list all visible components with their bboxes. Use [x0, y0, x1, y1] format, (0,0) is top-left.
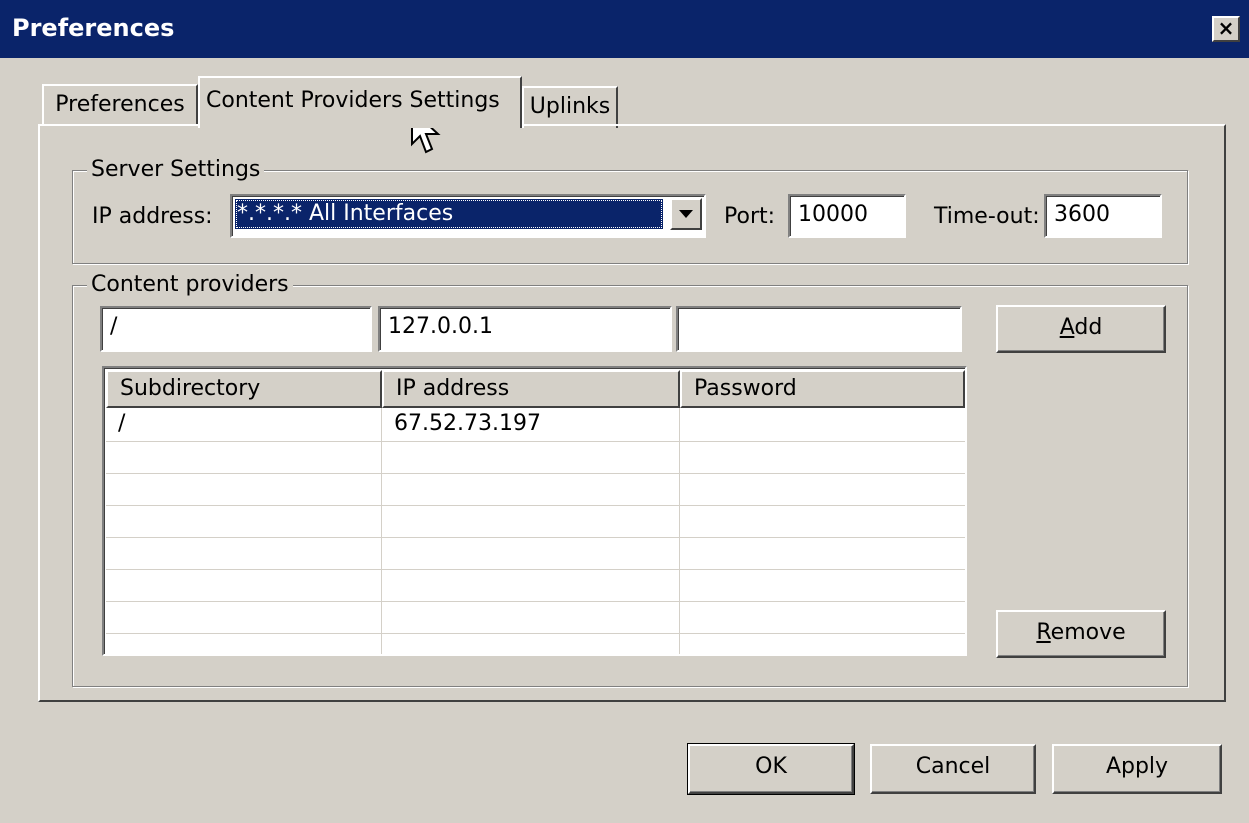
grid-line — [106, 537, 965, 538]
remove-button-accel: R — [1036, 620, 1051, 645]
column-header-subdirectory[interactable]: Subdirectory — [106, 370, 382, 408]
ip-address-label: IP address: — [92, 204, 213, 229]
grid-line — [106, 601, 965, 602]
cell-subdirectory: / — [118, 411, 126, 436]
column-header-ip-address[interactable]: IP address — [382, 370, 680, 408]
ip-address-input[interactable]: 127.0.0.1 — [378, 306, 672, 352]
title-bar: Preferences × — [0, 0, 1249, 58]
port-label: Port: — [724, 204, 776, 229]
port-field[interactable]: 10000 — [788, 194, 906, 238]
subdirectory-input[interactable]: / — [100, 306, 372, 352]
content-providers-list[interactable]: Subdirectory IP address Password / 67.52… — [102, 366, 967, 656]
remove-button[interactable]: Remove — [996, 610, 1166, 658]
ok-button[interactable]: OK — [687, 743, 855, 795]
add-button-accel: A — [1059, 315, 1075, 340]
timeout-field[interactable]: 3600 — [1044, 194, 1162, 238]
cell-ip-address: 67.52.73.197 — [394, 411, 541, 436]
ip-address-selected-value: *.*.*.* All Interfaces — [235, 199, 663, 229]
remove-button-label: emove — [1050, 620, 1126, 645]
tab-content-providers-settings-label: Content Providers Settings — [206, 88, 500, 113]
window-title: Preferences — [12, 14, 175, 42]
grid-line — [106, 569, 965, 570]
password-input[interactable] — [676, 306, 962, 352]
cancel-button[interactable]: Cancel — [870, 744, 1036, 794]
chevron-down-icon[interactable] — [670, 198, 702, 230]
grid-line — [679, 408, 680, 654]
grid-line — [106, 473, 965, 474]
add-button[interactable]: Add — [996, 305, 1166, 353]
tab-preferences[interactable]: Preferences — [42, 84, 198, 126]
close-icon: × — [1217, 16, 1235, 40]
tab-preferences-label: Preferences — [55, 92, 185, 117]
column-header-password[interactable]: Password — [680, 370, 965, 408]
tab-uplinks[interactable]: Uplinks — [522, 86, 618, 128]
active-tab-join — [200, 124, 520, 128]
close-button[interactable]: × — [1212, 16, 1240, 42]
tab-uplinks-label: Uplinks — [529, 94, 611, 119]
tab-content-providers-settings[interactable]: Content Providers Settings — [198, 76, 522, 128]
grid-line — [106, 505, 965, 506]
grid-line — [106, 441, 965, 442]
server-settings-legend: Server Settings — [87, 157, 265, 182]
grid-line — [106, 633, 965, 634]
add-button-label: dd — [1074, 315, 1103, 340]
ip-address-dropdown[interactable]: *.*.*.* All Interfaces — [230, 194, 706, 238]
apply-button[interactable]: Apply — [1052, 744, 1222, 794]
grid-line — [381, 408, 382, 654]
content-providers-legend: Content providers — [87, 272, 293, 297]
timeout-label: Time-out: — [934, 204, 1040, 229]
table-row[interactable]: / 67.52.73.197 — [106, 409, 965, 441]
